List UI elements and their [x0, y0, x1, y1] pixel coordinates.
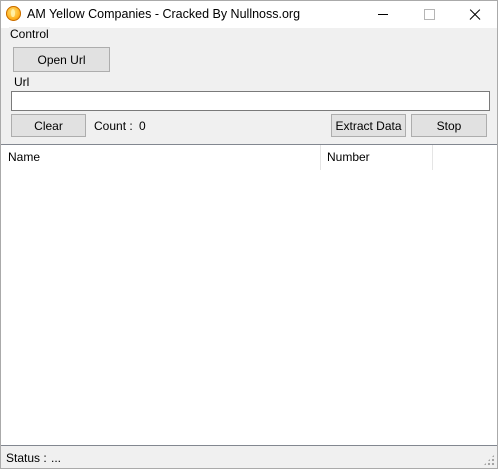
list-header: Name Number — [1, 145, 497, 170]
window-title: AM Yellow Companies - Cracked By Nullnos… — [27, 7, 301, 21]
title-bar[interactable]: AM Yellow Companies - Cracked By Nullnos… — [1, 1, 497, 28]
url-input[interactable] — [11, 91, 490, 111]
app-window: AM Yellow Companies - Cracked By Nullnos… — [0, 0, 498, 469]
url-label: Url — [14, 75, 30, 89]
minimize-button[interactable] — [360, 1, 406, 28]
column-header-name[interactable]: Name — [1, 145, 321, 170]
close-icon — [469, 9, 481, 21]
control-group-label: Control — [9, 27, 50, 41]
status-bar: Status : ... — [1, 447, 497, 468]
maximize-icon — [423, 9, 435, 20]
results-list-view[interactable]: Name Number — [1, 144, 497, 446]
status-label: Status : — [6, 451, 47, 465]
resize-grip-icon[interactable] — [483, 454, 495, 466]
extract-data-button[interactable]: Extract Data — [331, 114, 406, 137]
stop-button[interactable]: Stop — [411, 114, 487, 137]
count-value: 0 — [139, 119, 146, 133]
clear-button[interactable]: Clear — [11, 114, 86, 137]
close-button[interactable] — [452, 1, 497, 28]
open-url-button[interactable]: Open Url — [13, 47, 110, 72]
count-label: Count : — [94, 119, 133, 133]
minimize-icon — [378, 14, 388, 15]
column-header-number[interactable]: Number — [321, 145, 433, 170]
maximize-button — [406, 1, 452, 28]
status-value: ... — [51, 451, 62, 465]
app-flame-icon[interactable] — [6, 6, 21, 21]
